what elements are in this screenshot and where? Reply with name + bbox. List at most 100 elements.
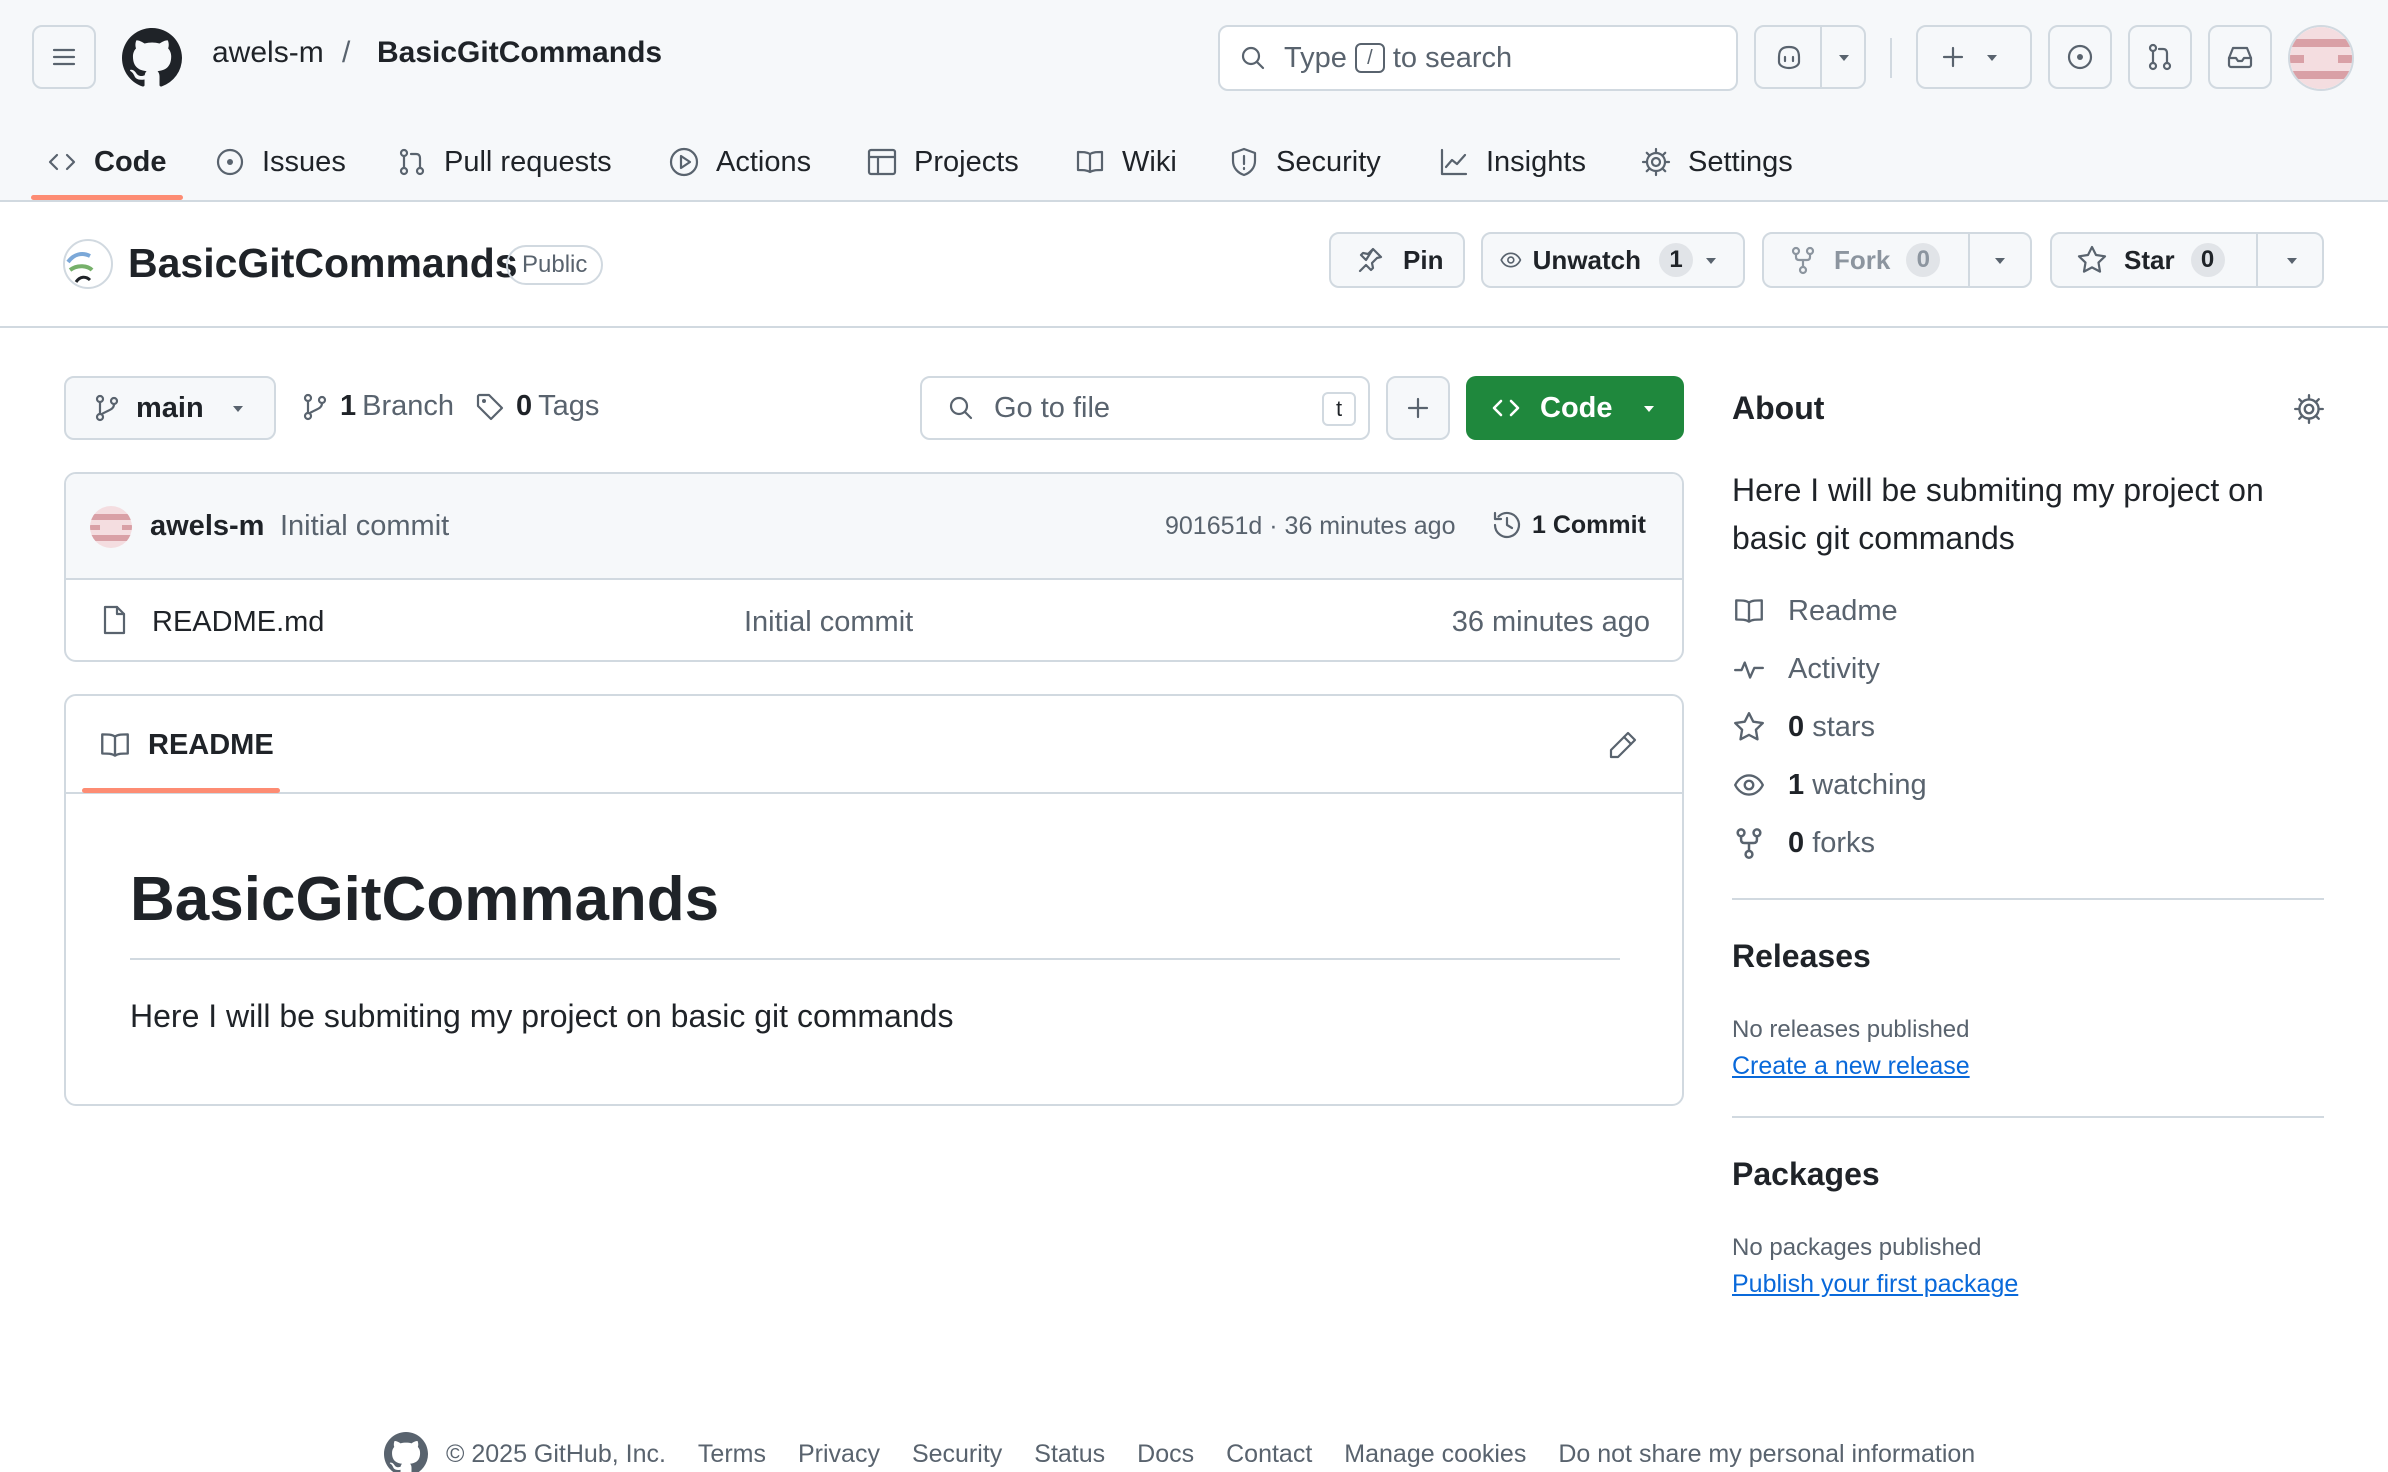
tab-issues[interactable]: Issues xyxy=(214,122,346,202)
footer-link-status[interactable]: Status xyxy=(1034,1440,1105,1469)
file-row[interactable]: README.md Initial commit 36 minutes ago xyxy=(66,580,1682,660)
pin-button[interactable]: Pin xyxy=(1329,232,1465,288)
copilot-button[interactable] xyxy=(1754,25,1866,89)
fork-button[interactable]: Fork 0 xyxy=(1764,243,1970,277)
tab-actions[interactable]: Actions xyxy=(668,122,811,202)
stars-link[interactable]: 0 stars xyxy=(1732,710,1875,744)
pencil-icon[interactable] xyxy=(1606,728,1640,762)
identicon-avatar-icon xyxy=(90,506,132,548)
commit-author-avatar[interactable] xyxy=(90,506,132,548)
issue-icon xyxy=(216,148,244,176)
footer-link-contact[interactable]: Contact xyxy=(1226,1440,1312,1469)
menu-button[interactable] xyxy=(32,25,96,89)
commit-author[interactable]: awels-m xyxy=(150,510,264,543)
tab-issues-label: Issues xyxy=(262,145,346,178)
activity-link[interactable]: Activity xyxy=(1732,652,1880,686)
tab-wiki[interactable]: Wiki xyxy=(1074,122,1177,202)
breadcrumb-owner[interactable]: awels-m xyxy=(212,36,324,70)
create-new-button[interactable] xyxy=(1916,25,2032,89)
github-logo[interactable] xyxy=(122,28,182,88)
file-icon xyxy=(103,605,126,635)
footer-link-terms[interactable]: Terms xyxy=(698,1440,766,1469)
page-footer: © 2025 GitHub, Inc. Terms Privacy Securi… xyxy=(384,1432,2007,1472)
chevron-down-icon[interactable] xyxy=(2282,250,2302,270)
owner-avatar-icon xyxy=(63,239,113,289)
eye-icon xyxy=(1734,774,1764,796)
global-search[interactable]: Type / to search xyxy=(1218,25,1738,91)
active-tab-underline xyxy=(31,195,183,200)
tab-insights[interactable]: Insights xyxy=(1438,122,1586,202)
user-avatar[interactable] xyxy=(2288,25,2354,91)
code-button-label: Code xyxy=(1540,391,1613,424)
about-heading: About xyxy=(1732,390,1825,426)
issue-icon xyxy=(2067,44,2093,70)
header-divider xyxy=(1890,38,1892,78)
releases-empty-text: No releases published xyxy=(1732,1016,1970,1043)
play-icon xyxy=(669,147,699,177)
footer-link-do-not-share[interactable]: Do not share my personal information xyxy=(1558,1440,1975,1469)
inbox-icon xyxy=(2227,46,2253,69)
repo-name[interactable]: BasicGitCommands xyxy=(128,240,518,287)
code-dropdown-button[interactable]: Code xyxy=(1466,376,1684,440)
commit-message[interactable]: Initial commit xyxy=(280,510,449,543)
pull-request-icon xyxy=(399,148,425,176)
star-count: 0 xyxy=(2190,243,2225,277)
publish-package-link[interactable]: Publish your first package xyxy=(1732,1270,2018,1299)
file-name[interactable]: README.md xyxy=(152,606,324,639)
tag-count: 0 xyxy=(516,390,533,422)
github-logo-icon xyxy=(122,28,182,87)
add-file-button[interactable] xyxy=(1386,376,1450,440)
commit-sha-time[interactable]: 901651d · 36 minutes ago xyxy=(1165,512,1456,541)
footer-link-docs[interactable]: Docs xyxy=(1137,1440,1194,1469)
go-to-file-placeholder: Go to file xyxy=(994,391,1111,424)
about-description: Here I will be submiting my project on b… xyxy=(1732,472,2264,556)
commit-history-link[interactable]: 1 Commit xyxy=(1490,508,1646,542)
breadcrumb-separator: / xyxy=(342,36,351,69)
tab-projects[interactable]: Projects xyxy=(866,122,1019,202)
go-to-file-input[interactable]: Go to file t xyxy=(920,376,1370,440)
search-icon xyxy=(949,396,973,420)
footer-link-manage-cookies[interactable]: Manage cookies xyxy=(1344,1440,1526,1469)
stars-count: 0 xyxy=(1788,710,1805,743)
readme-link[interactable]: Readme xyxy=(1732,594,1898,628)
tab-code[interactable]: Code xyxy=(46,122,167,202)
issues-button[interactable] xyxy=(2048,25,2112,89)
tab-pull-requests[interactable]: Pull requests xyxy=(396,122,612,202)
readme-tab[interactable]: README xyxy=(98,728,274,762)
releases-heading[interactable]: Releases xyxy=(1732,938,1871,975)
footer-copyright: © 2025 GitHub, Inc. xyxy=(446,1439,666,1468)
file-list: awels-m Initial commit 901651d · 36 minu… xyxy=(64,472,1684,662)
tab-settings[interactable]: Settings xyxy=(1640,122,1793,202)
tag-icon xyxy=(476,393,504,420)
global-header: awels-m / BasicGitCommands Type / to sea… xyxy=(0,0,2388,202)
inbox-button[interactable] xyxy=(2208,25,2272,89)
tags-link[interactable]: 0 Tags xyxy=(474,390,599,423)
watching-link[interactable]: 1 watching xyxy=(1732,768,1927,802)
tab-security[interactable]: Security xyxy=(1228,122,1381,202)
unwatch-button[interactable]: Unwatch 1 xyxy=(1483,243,1693,277)
chevron-down-icon[interactable] xyxy=(1990,250,2010,270)
unwatch-label: Unwatch xyxy=(1532,244,1641,275)
chevron-down-icon xyxy=(1987,55,1997,61)
github-footer-logo-icon[interactable] xyxy=(384,1432,428,1472)
create-release-link[interactable]: Create a new release xyxy=(1732,1052,1970,1081)
branches-link[interactable]: 1 Branch xyxy=(300,390,454,423)
copilot-icon xyxy=(1777,45,1801,70)
file-commit-message[interactable]: Initial commit xyxy=(744,606,913,639)
chevron-down-icon[interactable] xyxy=(1701,250,1721,270)
pull-requests-button[interactable] xyxy=(2128,25,2192,89)
book-icon xyxy=(1735,599,1763,623)
search-shortcut-key: / xyxy=(1354,43,1385,73)
packages-heading[interactable]: Packages xyxy=(1732,1156,1880,1193)
book-icon xyxy=(101,733,129,757)
forks-link[interactable]: 0 forks xyxy=(1732,826,1875,860)
footer-link-security[interactable]: Security xyxy=(912,1440,1002,1469)
branch-selector[interactable]: main xyxy=(64,376,276,440)
breadcrumb-repo[interactable]: BasicGitCommands xyxy=(377,36,662,70)
gear-icon[interactable] xyxy=(2292,392,2326,426)
tab-actions-label: Actions xyxy=(716,145,812,178)
footer-link-privacy[interactable]: Privacy xyxy=(798,1440,880,1469)
gear-icon xyxy=(1641,147,1671,177)
repo-owner-avatar[interactable] xyxy=(62,238,114,290)
star-button[interactable]: Star 0 xyxy=(2052,243,2258,277)
